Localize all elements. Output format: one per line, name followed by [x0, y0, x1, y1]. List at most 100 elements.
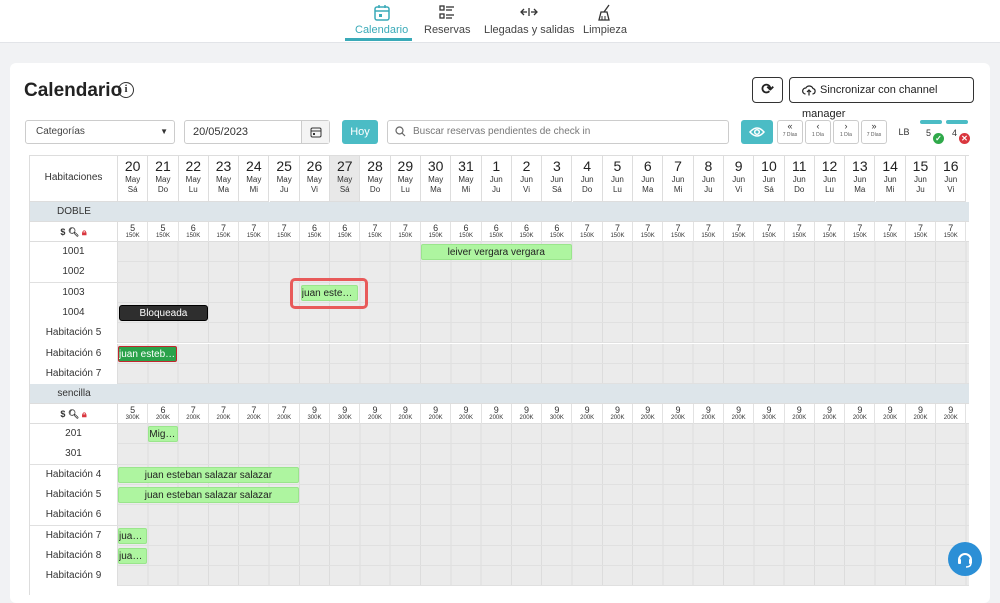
date-column-header[interactable]: 7 Jun Mi [663, 156, 694, 202]
availability-cell[interactable]: 9 200K [512, 404, 543, 425]
availability-cell[interactable]: 9 300K [330, 404, 361, 425]
booking-bar[interactable]: juan esteban salazar salazar [118, 345, 177, 362]
availability-cell[interactable]: 9 200K [360, 404, 391, 425]
booking-bar[interactable]: juan esteban salazar salazar [118, 527, 148, 544]
availability-cell[interactable]: 9 200K [451, 404, 482, 425]
room-row[interactable]: 1002 [30, 262, 969, 283]
date-column-header[interactable]: 13 Jun Ma [845, 156, 876, 202]
availability-cell[interactable]: 9 200K [876, 404, 906, 425]
date-column-header[interactable]: 2 Jun Vi [511, 156, 543, 202]
room-row[interactable]: Habitación 9 [30, 566, 969, 587]
availability-cell[interactable]: 6 150K [179, 222, 209, 242]
availability-cell[interactable]: 9 200K [573, 404, 603, 425]
next-1-day-button[interactable]: › 1 Día [833, 120, 859, 144]
availability-cell[interactable]: 7 150K [694, 222, 724, 242]
date-column-header[interactable]: 14 Jun Mi [875, 156, 906, 202]
price-search-lock-icons[interactable]: $ 🔍︎ 🔒︎ [30, 404, 118, 425]
room-row[interactable]: Habitación 8 [30, 545, 969, 567]
checkin-bad-counter[interactable]: 4 ✕ [946, 120, 970, 144]
booking-bar[interactable]: juan esteban salazar salazar [118, 547, 148, 564]
availability-cell[interactable]: 9 300K [300, 404, 331, 425]
date-column-header[interactable]: 8 Jun Ju [693, 156, 724, 202]
date-column-header[interactable]: 1 Jun Ju [481, 156, 512, 202]
booking-bar[interactable]: juan esteban salazar salazar [118, 487, 299, 503]
availability-cell[interactable]: 7 150K [633, 222, 664, 242]
availability-cell[interactable]: 6 150K [542, 222, 573, 242]
date-column-header[interactable]: 6 Jun Ma [633, 156, 664, 202]
room-row[interactable]: Habitación 6 [30, 505, 969, 526]
availability-cell[interactable]: 7 150K [573, 222, 603, 242]
availability-cell[interactable]: 5 150K [148, 222, 179, 242]
date-column-header[interactable]: 4 Jun Do [572, 156, 603, 202]
availability-cell[interactable]: 6 150K [512, 222, 543, 242]
next-7-days-button[interactable]: » 7 Días [861, 120, 887, 144]
availability-cell[interactable]: 9 200K [633, 404, 664, 425]
booking-bar[interactable]: Miguel [148, 426, 178, 443]
dollar-icon[interactable]: $ [60, 409, 65, 419]
booking-bar[interactable]: leiver vergara vergara [421, 244, 572, 260]
category-select[interactable]: Categorías ▼ [25, 120, 175, 144]
date-column-header[interactable]: 16 Jun Vi [936, 156, 967, 202]
price-search-lock-icons[interactable]: $ 🔍︎ 🔒︎ [30, 222, 118, 242]
date-input[interactable]: 20/05/2023 [184, 120, 330, 144]
room-row[interactable]: Habitación 7 [30, 525, 969, 546]
sync-channel-manager-button[interactable]: Sincronizar con channel manager [789, 77, 974, 120]
info-icon[interactable]: i [118, 82, 134, 98]
date-column-header[interactable]: 20 May Sá [118, 156, 149, 202]
date-column-header[interactable]: 28 May Do [360, 156, 391, 202]
date-column-header[interactable]: 3 Jun Sá [542, 156, 573, 202]
availability-cell[interactable]: 7 150K [876, 222, 906, 242]
date-column-header[interactable]: 11 Jun Do [784, 156, 815, 202]
room-row[interactable]: Habitación 7 [30, 363, 969, 385]
availability-cell[interactable]: 7 150K [391, 222, 421, 242]
availability-cell[interactable]: 7 150K [815, 222, 846, 242]
date-column-header[interactable]: 25 May Ju [269, 156, 300, 202]
room-row[interactable]: Habitación 5 [30, 323, 969, 344]
availability-cell[interactable]: 9 200K [391, 404, 421, 425]
availability-cell[interactable]: 9 200K [421, 404, 452, 425]
availability-cell[interactable]: 9 200K [603, 404, 634, 425]
blocked-block[interactable]: Bloqueada [119, 304, 208, 321]
date-column-header[interactable]: 30 May Ma [421, 156, 452, 202]
availability-cell[interactable]: 7 200K [179, 404, 209, 425]
tab-llegadas-y-salidas[interactable]: Llegadas y salidas [484, 4, 575, 36]
date-column-header[interactable]: 27 May Sá [330, 156, 361, 202]
availability-cell[interactable]: 6 150K [330, 222, 361, 242]
availability-cell[interactable]: 7 150K [785, 222, 815, 242]
availability-cell[interactable]: 7 150K [724, 222, 755, 242]
date-column-header[interactable]: 10 Jun Sá [754, 156, 785, 202]
view-toggle-button[interactable] [741, 120, 773, 144]
availability-cell[interactable]: 6 150K [482, 222, 512, 242]
search-icon[interactable]: 🔍︎ [68, 409, 79, 419]
availability-cell[interactable]: 7 150K [360, 222, 391, 242]
availability-cell[interactable]: 7 150K [754, 222, 785, 242]
availability-cell[interactable]: 9 200K [906, 404, 937, 425]
availability-cell[interactable]: 9 200K [663, 404, 694, 425]
availability-cell[interactable]: 9 200K [694, 404, 724, 425]
dollar-icon[interactable]: $ [60, 227, 65, 237]
availability-cell[interactable]: 9 200K [724, 404, 755, 425]
room-row[interactable]: 301 [30, 444, 969, 465]
availability-cell[interactable]: 7 150K [845, 222, 876, 242]
calendar-picker-icon[interactable] [301, 121, 329, 143]
date-column-header[interactable]: 22 May Lu [178, 156, 209, 202]
availability-cell[interactable]: 7 150K [906, 222, 937, 242]
availability-cell[interactable]: 7 150K [209, 222, 240, 242]
availability-cell[interactable]: 9 200K [815, 404, 846, 425]
availability-cell[interactable]: 9 200K [785, 404, 815, 425]
booking-bar[interactable]: juan esteban salazar salazar [118, 466, 299, 483]
checkin-ok-counter[interactable]: 5 ✓ [920, 120, 944, 144]
lock-icon[interactable]: 🔒︎ [82, 227, 87, 237]
availability-cell[interactable]: 7 200K [239, 404, 270, 425]
lock-icon[interactable]: 🔒︎ [82, 409, 87, 419]
search-icon[interactable]: 🔍︎ [68, 227, 79, 237]
date-column-header[interactable]: 31 May Mi [451, 156, 482, 202]
date-column-header[interactable]: 23 May Ma [208, 156, 240, 202]
tab-limpieza[interactable]: Limpieza [583, 4, 627, 36]
availability-cell[interactable]: 7 150K [936, 222, 967, 242]
room-row[interactable]: 1003 [30, 282, 969, 303]
availability-cell[interactable]: 9 300K [542, 404, 573, 425]
availability-cell[interactable]: 6 150K [421, 222, 452, 242]
help-button[interactable] [948, 542, 982, 576]
lb-label[interactable]: LB [892, 120, 916, 144]
